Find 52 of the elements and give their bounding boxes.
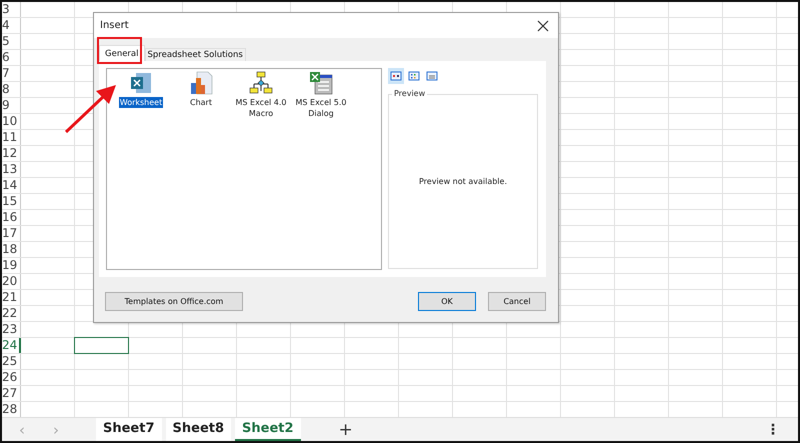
- cancel-button[interactable]: Cancel: [488, 292, 546, 311]
- row-header[interactable]: 22: [2, 306, 21, 321]
- templates-button[interactable]: Templates on Office.com: [105, 292, 243, 311]
- sheet-tab[interactable]: Sheet7: [96, 418, 162, 441]
- row-header[interactable]: 9: [2, 98, 21, 113]
- large-icons-view-icon[interactable]: [388, 68, 404, 84]
- selected-cell[interactable]: [74, 337, 129, 354]
- spreadsheet-icon[interactable]: [129, 71, 153, 95]
- row-header[interactable]: 14: [2, 178, 21, 193]
- more-options-button[interactable]: ⋮: [766, 422, 780, 438]
- close-icon[interactable]: [537, 20, 549, 32]
- row-header[interactable]: 12: [2, 146, 21, 161]
- flowchart-icon[interactable]: [249, 71, 273, 95]
- template-label[interactable]: Worksheet: [118, 97, 164, 108]
- row-header[interactable]: 27: [2, 386, 21, 401]
- row-header[interactable]: 25: [2, 354, 21, 369]
- row-header[interactable]: 23: [2, 322, 21, 337]
- row-header[interactable]: 10: [2, 114, 21, 129]
- row-header[interactable]: 7: [2, 66, 21, 81]
- row-header[interactable]: 17: [2, 226, 21, 241]
- preview-message: Preview not available.: [419, 177, 507, 186]
- row-header[interactable]: 24: [2, 338, 21, 353]
- row-header[interactable]: 21: [2, 290, 21, 305]
- row-header[interactable]: 3: [2, 2, 21, 17]
- form-icon[interactable]: [309, 71, 333, 95]
- dialog-tab[interactable]: General: [99, 45, 144, 61]
- row-header[interactable]: 15: [2, 194, 21, 209]
- template-label[interactable]: Chart: [189, 97, 213, 108]
- row-header[interactable]: 13: [2, 162, 21, 177]
- dialog-tab[interactable]: Spreadsheet Solutions: [144, 48, 246, 61]
- row-header[interactable]: 20: [2, 274, 21, 289]
- add-sheet-button[interactable]: +: [338, 420, 353, 440]
- template-label[interactable]: MS Excel 4.0 Macro: [233, 97, 289, 119]
- row-header[interactable]: 18: [2, 242, 21, 257]
- ok-button[interactable]: OK: [418, 292, 476, 311]
- row-header[interactable]: 28: [2, 402, 21, 417]
- dialog-title: Insert: [100, 20, 129, 31]
- preview-title: Preview: [392, 89, 428, 98]
- bar-chart-icon[interactable]: [189, 71, 213, 95]
- row-header[interactable]: 16: [2, 210, 21, 225]
- sheet-tab[interactable]: Sheet8: [166, 418, 232, 441]
- annotation-arrow: [64, 82, 118, 134]
- row-header[interactable]: 4: [2, 18, 21, 33]
- row-header[interactable]: 6: [2, 50, 21, 65]
- row-header[interactable]: 19: [2, 258, 21, 273]
- row-header[interactable]: 11: [2, 130, 21, 145]
- highlight-box: [97, 37, 142, 64]
- row-header[interactable]: 26: [2, 370, 21, 385]
- template-label[interactable]: MS Excel 5.0 Dialog: [293, 97, 349, 119]
- row-header[interactable]: 5: [2, 34, 21, 49]
- row-header[interactable]: 8: [2, 82, 21, 97]
- sheet-tab[interactable]: Sheet2: [235, 418, 301, 441]
